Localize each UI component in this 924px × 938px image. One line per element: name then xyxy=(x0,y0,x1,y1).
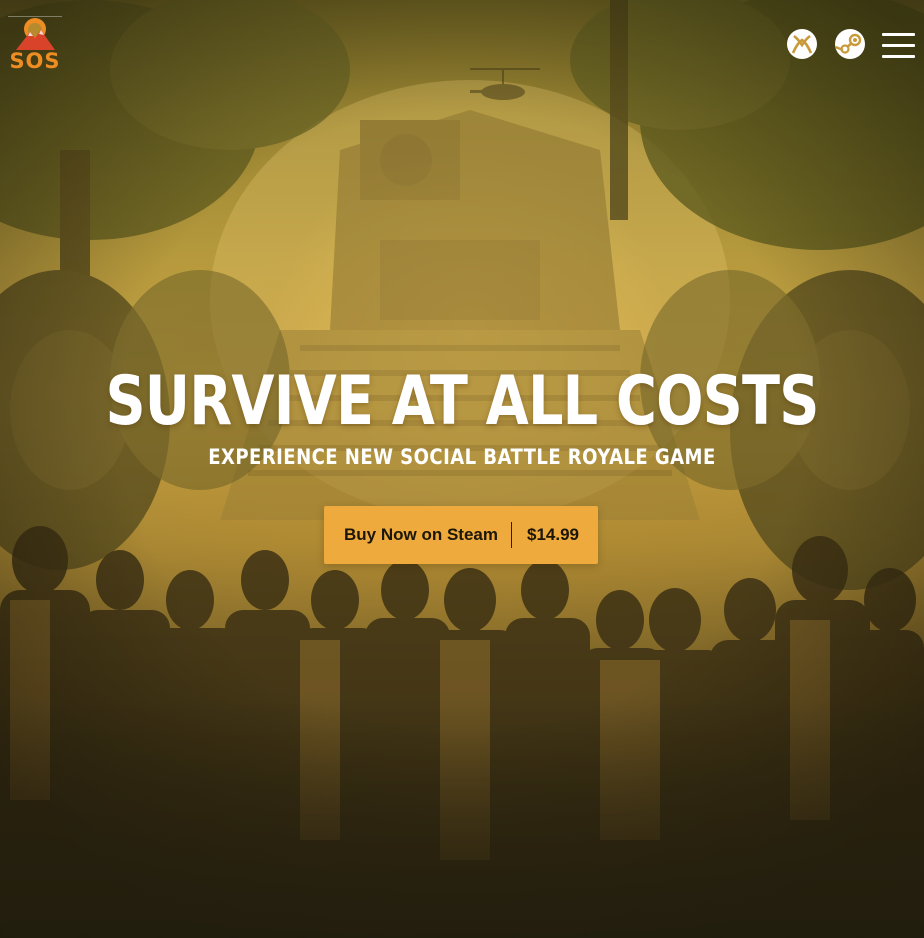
xbox-icon xyxy=(787,29,817,59)
bottom-fade-overlay xyxy=(0,698,924,938)
xbox-link[interactable] xyxy=(786,28,818,60)
buy-now-steam-button[interactable]: Buy Now on Steam $14.99 xyxy=(324,506,598,564)
logo-wordmark: SOS xyxy=(9,49,61,73)
menu-bar-top xyxy=(882,33,915,36)
mountain-emblem-icon xyxy=(16,18,55,50)
steam-link[interactable] xyxy=(834,28,866,60)
sos-logo[interactable]: SOS xyxy=(8,16,62,72)
landing-page: SOS SURVIVE AT ALL COSTS EXPERIENCE NEW … xyxy=(0,0,924,938)
buy-button-divider xyxy=(511,522,512,548)
steam-icon xyxy=(835,29,865,59)
hamburger-menu-button[interactable] xyxy=(880,30,916,62)
menu-bar-middle xyxy=(882,44,915,47)
buy-button-price: $14.99 xyxy=(527,525,579,544)
buy-button-label: Buy Now on Steam xyxy=(344,525,498,544)
menu-bar-bottom xyxy=(882,55,915,58)
hero-title: SURVIVE AT ALL COSTS xyxy=(105,362,819,441)
hero-subtitle: EXPERIENCE NEW SOCIAL BATTLE ROYALE GAME xyxy=(208,445,716,469)
site-header: SOS xyxy=(0,0,924,90)
